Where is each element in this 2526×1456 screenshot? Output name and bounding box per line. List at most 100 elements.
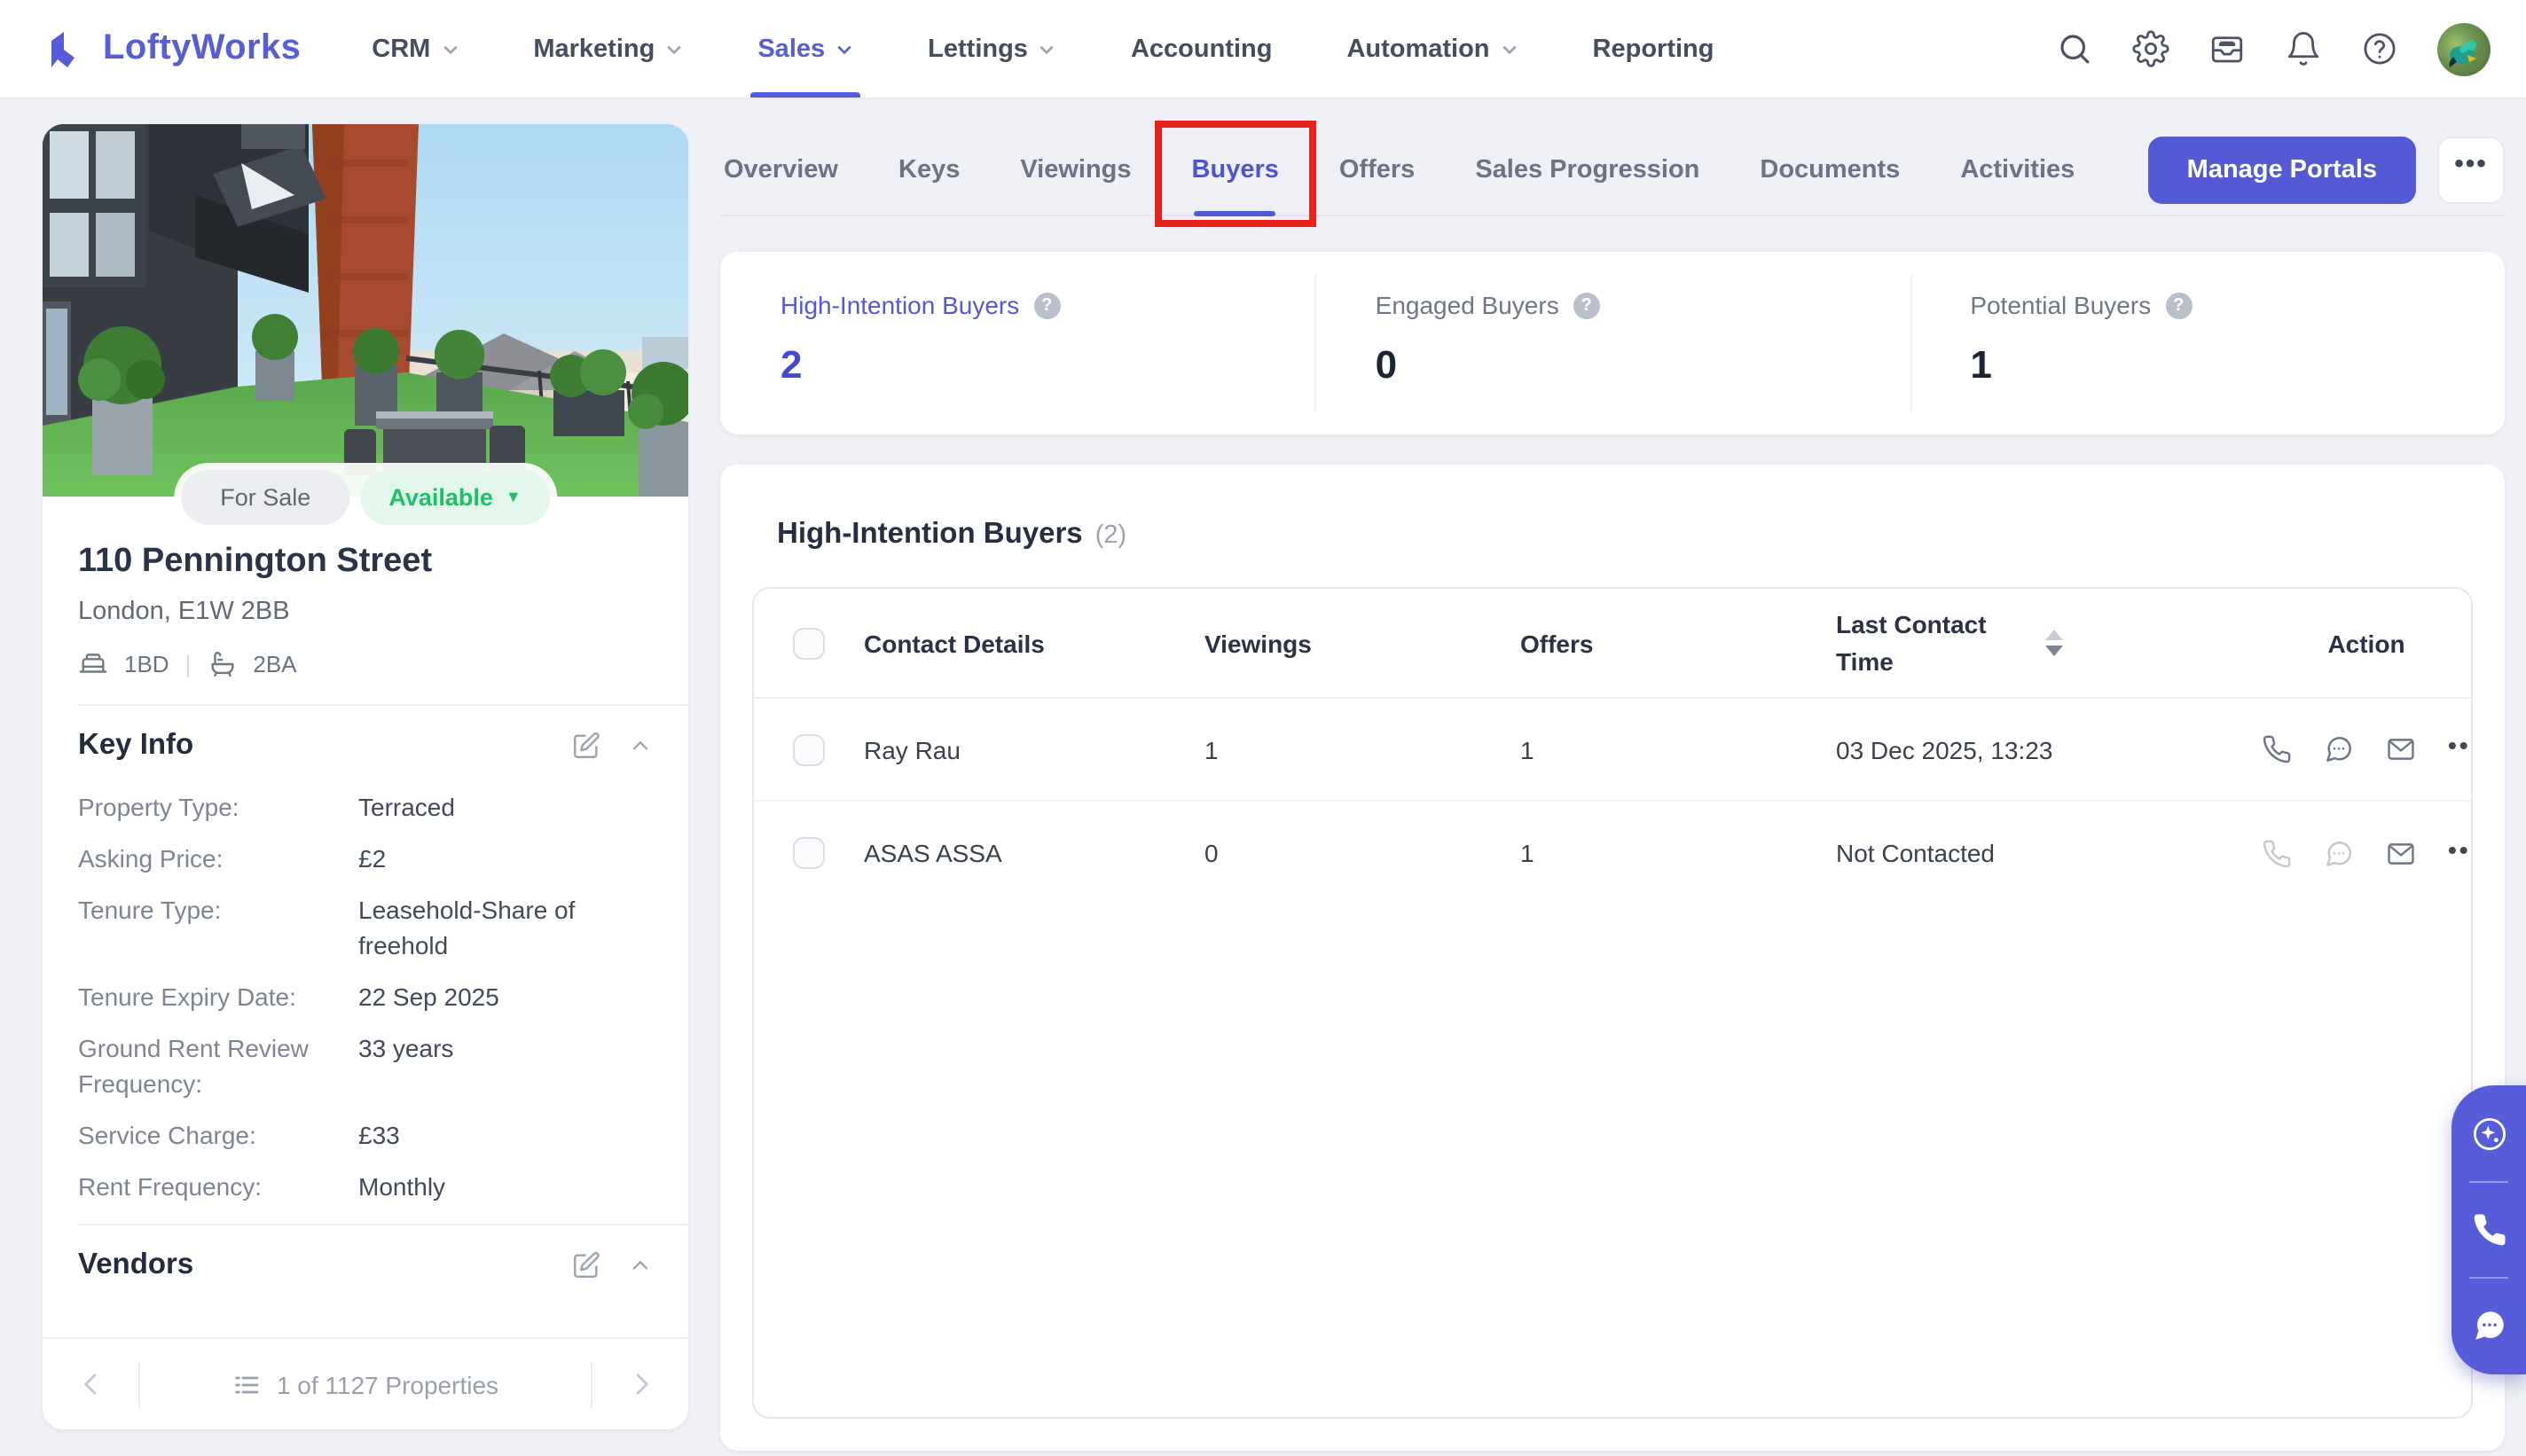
main-panel: Overview Keys Viewings Buyers Offers Sal… (720, 121, 2526, 1451)
nav-item-crm[interactable]: CRM (372, 0, 459, 98)
bird-illustration (2449, 39, 2476, 67)
divider (2469, 1181, 2508, 1183)
key-info-section: Key Info Property Type: Terraced Asking P… (43, 706, 688, 1224)
bell-icon[interactable] (2285, 30, 2322, 67)
help-icon[interactable]: ? (2165, 292, 2193, 318)
viewings-count: 1 (1204, 735, 1219, 763)
table-count-badge: (2) (1094, 521, 1127, 550)
tab-activities[interactable]: Activities (1960, 124, 2075, 215)
chat-icon[interactable] (2470, 1307, 2507, 1344)
sort-control[interactable] (2045, 630, 2063, 656)
buyer-name[interactable]: Ray Rau (864, 735, 1204, 763)
row-more-icon[interactable]: ••• (2448, 834, 2471, 872)
nav-item-sales[interactable]: Sales (750, 0, 860, 98)
buyer-stats-card: High-Intention Buyers ? 2 Engaged Buyers… (720, 252, 2505, 434)
row-actions: ••• (2262, 731, 2471, 768)
tab-documents[interactable]: Documents (1760, 124, 1900, 215)
mail-icon[interactable] (2386, 838, 2416, 868)
last-contact-time: 03 Dec 2025, 13:23 (1836, 735, 2053, 763)
stat-label: Potential Buyers (1970, 291, 2152, 319)
help-icon[interactable]: ? (1573, 292, 1600, 318)
brand-logo[interactable]: LoftyWorks (46, 27, 301, 70)
tab-actions: Manage Portals ••• (2147, 136, 2505, 203)
prev-property-button[interactable] (43, 1339, 138, 1429)
sparkle-ai-icon[interactable] (2470, 1115, 2507, 1153)
key-info-row: Property Type: Terraced (78, 793, 455, 821)
tab-keys[interactable]: Keys (898, 124, 960, 215)
vendors-title: Vendors (78, 1249, 194, 1280)
key-info-row: Rent Frequency: Monthly (78, 1172, 446, 1201)
nav-utilities (2056, 22, 2491, 75)
buyers-table: Contact Details Viewings Offers Last Con… (752, 587, 2473, 1419)
property-pagination: 1 of 1127 Properties (43, 1337, 688, 1429)
collapse-chevron-icon[interactable] (628, 733, 653, 758)
table-title: High-Intention Buyers (777, 518, 1083, 550)
user-avatar[interactable] (2437, 22, 2491, 75)
col-last-contact-time: Last Contact Time (1836, 607, 2262, 678)
stat-value: 0 (1375, 342, 1398, 387)
more-options-button[interactable]: ••• (2437, 136, 2505, 203)
availability-label: Available (388, 484, 493, 511)
gear-icon[interactable] (2132, 30, 2169, 67)
inbox-icon[interactable] (2208, 30, 2246, 67)
phone-icon[interactable] (2262, 734, 2292, 764)
property-tabs: Overview Keys Viewings Buyers Offers Sal… (720, 121, 2505, 227)
buyer-name[interactable]: ASAS ASSA (864, 839, 1204, 867)
help-icon[interactable] (2361, 30, 2398, 67)
chevron-down-icon (667, 44, 681, 54)
row-more-icon[interactable]: ••• (2448, 731, 2471, 768)
table-row[interactable]: ASAS ASSA 0 1 Not Contacted ••• (754, 802, 2471, 904)
chevron-down-icon (1040, 44, 1055, 54)
phone-icon[interactable] (2470, 1211, 2507, 1249)
property-photo[interactable] (43, 124, 688, 497)
edit-icon[interactable] (571, 731, 601, 761)
high-intention-buyers-card: High-Intention Buyers (2) Contact Detail… (720, 465, 2505, 1451)
bed-icon (79, 654, 107, 673)
stat-engaged-buyers: Engaged Buyers ? 0 (1314, 252, 1910, 434)
last-contact-time: Not Contacted (1836, 839, 1995, 867)
row-checkbox[interactable] (793, 837, 825, 869)
tab-offers[interactable]: Offers (1339, 124, 1415, 215)
for-sale-tag: For Sale (181, 470, 350, 525)
row-checkbox[interactable] (793, 733, 825, 765)
property-city-postcode: London, E1W 2BB (78, 598, 290, 626)
nav-item-lettings[interactable]: Lettings (928, 0, 1056, 98)
tab-sales-progression[interactable]: Sales Progression (1475, 124, 1699, 215)
status-pills: For Sale Available ▼ (174, 463, 557, 532)
availability-dropdown[interactable]: Available ▼ (360, 470, 550, 525)
key-info-row: Asking Price: £2 (78, 844, 387, 873)
table-header-row: Contact Details Viewings Offers Last Con… (754, 589, 2471, 699)
chevron-down-icon (1502, 44, 1517, 54)
edit-icon[interactable] (571, 1250, 601, 1280)
nav-item-automation[interactable]: Automation (1346, 0, 1518, 98)
caret-down-icon: ▼ (505, 488, 522, 505)
app-viewport: LoftyWorks CRM Marketing Sales Lettings … (0, 0, 2526, 1456)
page-content: For Sale Available ▼ 110 Pennington Stre… (0, 99, 2526, 1451)
property-list-toggle[interactable]: 1 of 1127 Properties (140, 1370, 591, 1398)
tab-viewings[interactable]: Viewings (1020, 124, 1131, 215)
select-all-checkbox[interactable] (793, 627, 825, 659)
nav-item-accounting[interactable]: Accounting (1131, 0, 1273, 98)
collapse-chevron-icon[interactable] (628, 1253, 653, 1278)
table-row[interactable]: Ray Rau 1 1 03 Dec 2025, 13:23 ••• (754, 699, 2471, 802)
sort-asc-icon (2045, 630, 2063, 640)
mail-icon[interactable] (2386, 734, 2416, 764)
top-nav: LoftyWorks CRM Marketing Sales Lettings … (0, 0, 2526, 99)
offers-count: 1 (1520, 735, 1534, 763)
search-icon[interactable] (2056, 30, 2093, 67)
nav-item-marketing[interactable]: Marketing (533, 0, 683, 98)
manage-portals-button[interactable]: Manage Portals (2147, 136, 2416, 203)
divider (2469, 1277, 2508, 1279)
help-icon[interactable]: ? (1033, 292, 1061, 318)
nav-item-reporting[interactable]: Reporting (1593, 0, 1714, 98)
next-property-button[interactable] (592, 1339, 688, 1429)
stat-label: Engaged Buyers (1375, 291, 1559, 319)
property-address: 110 Pennington Street (78, 543, 433, 580)
tab-buyers[interactable]: Buyers (1154, 121, 1316, 227)
ellipsis-icon: ••• (2454, 149, 2488, 179)
chat-icon[interactable] (2324, 734, 2354, 764)
tab-overview[interactable]: Overview (724, 124, 838, 215)
key-info-row: Service Charge: £33 (78, 1121, 400, 1149)
chevron-right-icon (635, 1374, 647, 1395)
property-summary-card: For Sale Available ▼ 110 Pennington Stre… (43, 124, 688, 1429)
